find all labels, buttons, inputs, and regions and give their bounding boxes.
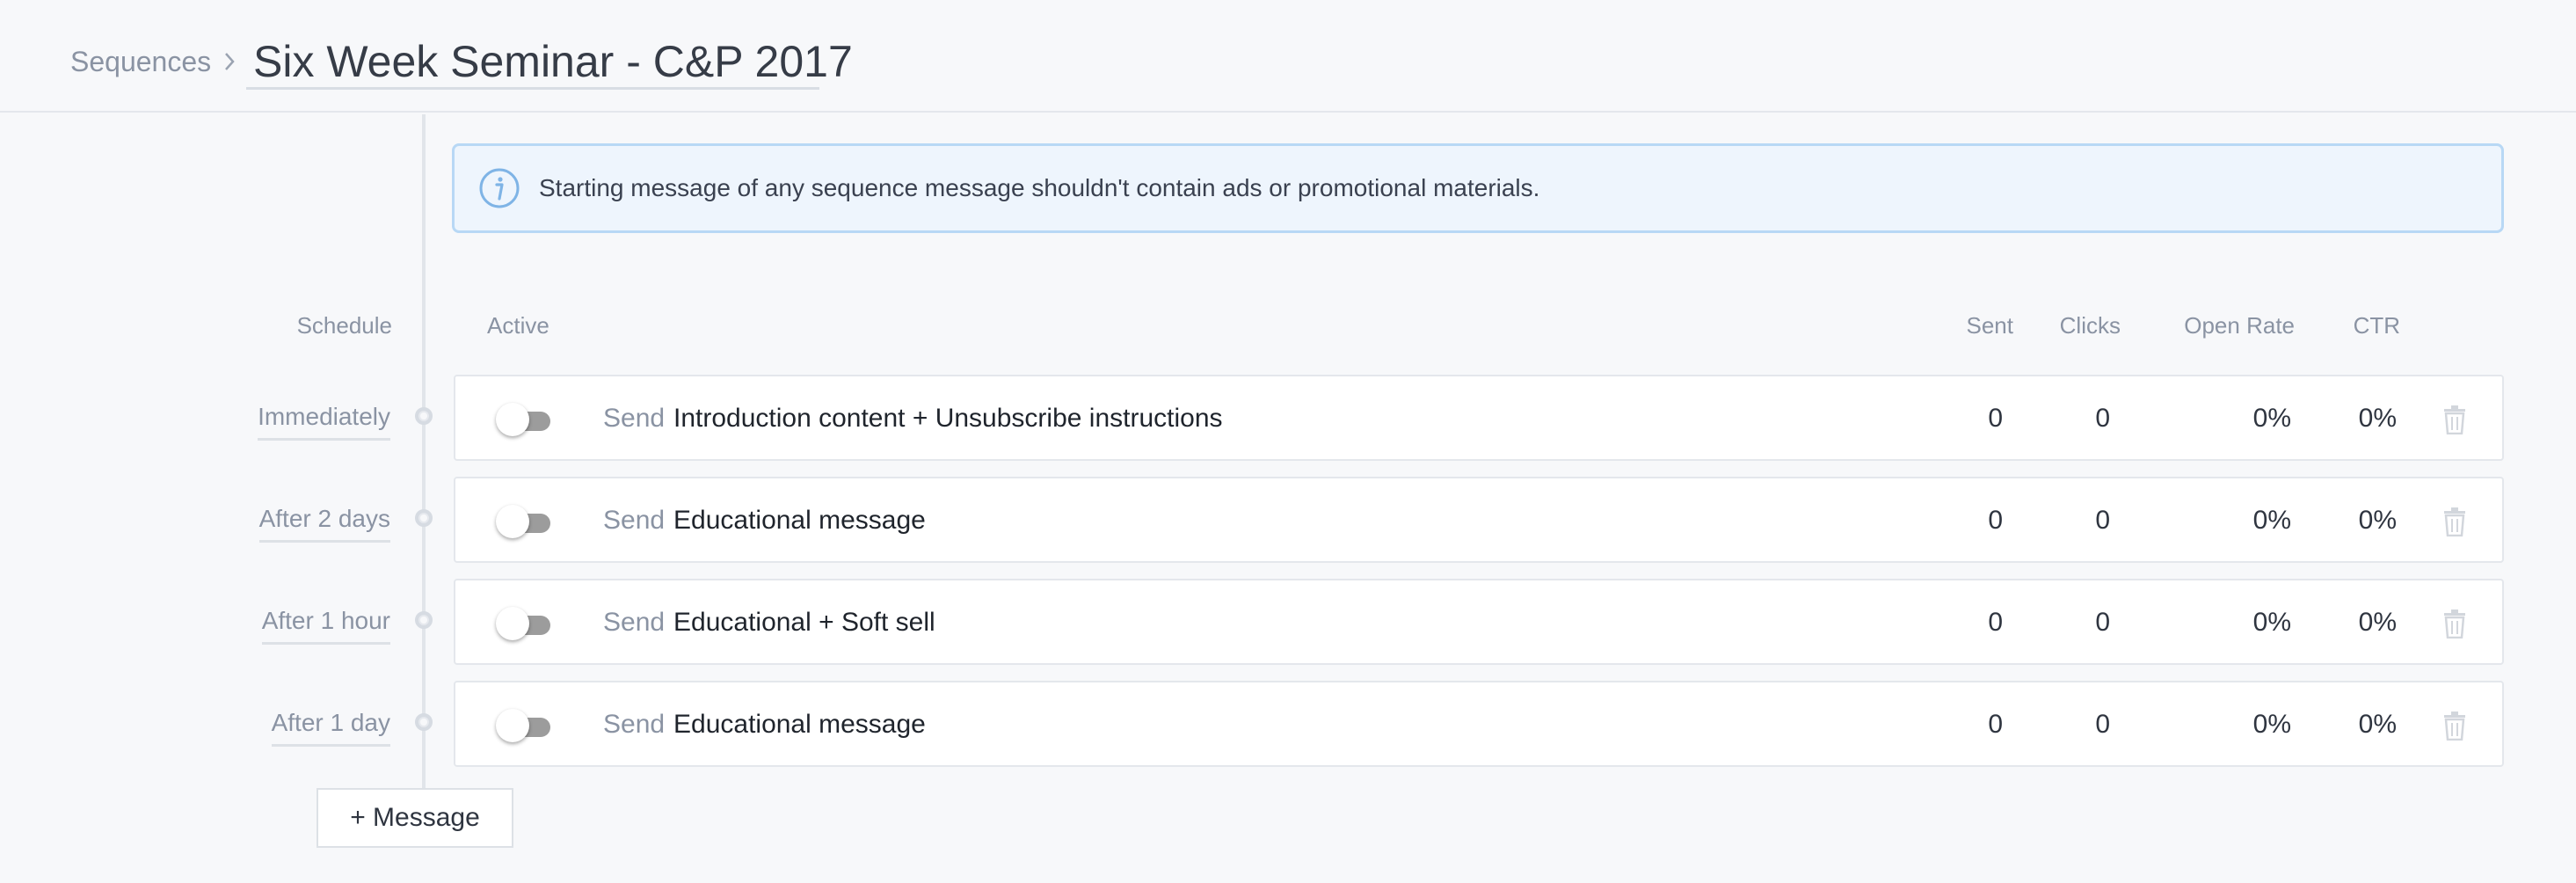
trash-icon[interactable] [2442, 711, 2467, 741]
timeline-dot [415, 611, 433, 629]
message-title-link[interactable]: Educational message [673, 682, 926, 767]
column-header-clicks: Clicks [2059, 312, 2121, 339]
clicks-count: 0 [2095, 404, 2110, 433]
send-label: Send [603, 608, 666, 637]
message-row[interactable]: Send Educational message 0 0 0% 0% [454, 477, 2504, 563]
column-header-active: Active [487, 312, 549, 339]
column-header-sent: Sent [1966, 312, 2014, 339]
open-rate-value: 0% [2252, 506, 2291, 535]
sent-count: 0 [1988, 608, 2003, 637]
open-rate-value: 0% [2252, 608, 2291, 637]
column-header-schedule: Schedule [296, 312, 392, 339]
ctr-value: 0% [2358, 710, 2397, 739]
message-row[interactable]: Send Educational + Soft sell 0 0 0% 0% [454, 579, 2504, 665]
message-row[interactable]: Send Educational message 0 0 0% 0% [454, 681, 2504, 767]
breadcrumb-sequences-link[interactable]: Sequences [70, 46, 211, 78]
info-icon [477, 166, 521, 210]
active-toggle[interactable] [496, 607, 552, 640]
open-rate-value: 0% [2252, 404, 2291, 433]
send-label: Send [603, 710, 666, 739]
ctr-value: 0% [2358, 404, 2397, 433]
column-header-ctr: CTR [2353, 312, 2400, 339]
trash-icon[interactable] [2442, 609, 2467, 639]
trash-icon[interactable] [2442, 405, 2467, 435]
sent-count: 0 [1988, 506, 2003, 535]
ctr-value: 0% [2358, 608, 2397, 637]
info-banner: Starting message of any sequence message… [452, 143, 2504, 233]
send-label: Send [603, 404, 666, 433]
info-banner-text: Starting message of any sequence message… [539, 174, 1540, 201]
schedule-delay-4[interactable]: After 1 day [271, 705, 390, 747]
message-title-link[interactable]: Introduction content + Unsubscribe instr… [673, 376, 1223, 461]
chevron-right-icon [223, 51, 236, 72]
open-rate-value: 0% [2252, 710, 2291, 739]
active-toggle[interactable] [496, 505, 552, 538]
schedule-delay-2[interactable]: After 2 days [258, 501, 390, 543]
sent-count: 0 [1988, 710, 2003, 739]
sent-count: 0 [1988, 404, 2003, 433]
active-toggle[interactable] [496, 403, 552, 436]
column-header-open-rate: Open Rate [2184, 312, 2295, 339]
send-label: Send [603, 506, 666, 535]
timeline-dot [415, 509, 433, 527]
message-title-link[interactable]: Educational message [673, 478, 926, 563]
schedule-delay-3[interactable]: After 1 hour [261, 603, 390, 645]
sequence-title-input[interactable]: Six Week Seminar - C&P 2017 [246, 33, 853, 90]
timeline-dot [415, 407, 433, 425]
page-header: Sequences Six Week Seminar - C&P 2017 [0, 0, 2576, 113]
clicks-count: 0 [2095, 608, 2110, 637]
timeline-line [422, 114, 426, 788]
ctr-value: 0% [2358, 506, 2397, 535]
active-toggle[interactable] [496, 709, 552, 742]
schedule-delay-1[interactable]: Immediately [258, 399, 390, 441]
message-title-link[interactable]: Educational + Soft sell [673, 580, 935, 665]
trash-icon[interactable] [2442, 507, 2467, 537]
clicks-count: 0 [2095, 506, 2110, 535]
clicks-count: 0 [2095, 710, 2110, 739]
add-message-button[interactable]: + Message [317, 788, 513, 848]
message-row[interactable]: Send Introduction content + Unsubscribe … [454, 375, 2504, 461]
timeline-dot [415, 713, 433, 731]
breadcrumb: Sequences [70, 42, 236, 81]
